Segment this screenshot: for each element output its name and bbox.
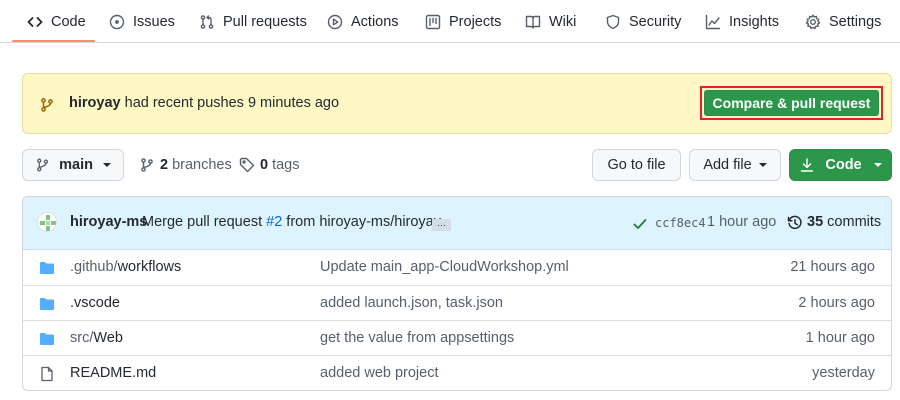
tab-label: Security bbox=[629, 13, 682, 30]
check-icon[interactable] bbox=[632, 216, 648, 232]
pull-request-link[interactable]: #2 bbox=[266, 214, 282, 230]
shield-icon bbox=[606, 14, 620, 29]
expand-commit-message-button[interactable]: … bbox=[432, 219, 451, 231]
branches-link[interactable]: 2 branches bbox=[139, 149, 232, 181]
gear-icon bbox=[805, 14, 821, 29]
recent-push-banner: hiroyay had recent pushes 9 minutes ago … bbox=[22, 73, 892, 134]
file-path-prefix: src/ bbox=[70, 330, 94, 346]
recent-push-message: hiroyay had recent pushes 9 minutes ago bbox=[69, 95, 339, 111]
commit-sha-link[interactable]: ccf8ec4 bbox=[655, 216, 706, 230]
project-icon bbox=[425, 14, 441, 29]
compare-pull-request-button[interactable]: Compare & pull request bbox=[704, 90, 879, 116]
pull-request-icon bbox=[200, 14, 214, 29]
tab-label: Wiki bbox=[549, 13, 577, 30]
file-icon bbox=[39, 366, 55, 382]
tab-settings[interactable]: Settings bbox=[805, 0, 881, 43]
download-icon bbox=[801, 158, 814, 172]
file-row[interactable]: src/Web get the value from appsettings 1… bbox=[23, 320, 891, 355]
tab-insights[interactable]: Insights bbox=[705, 0, 779, 43]
tags-link[interactable]: 0 tags bbox=[239, 149, 300, 181]
file-browser: hiroyay-ms Merge pull request #2 from hi… bbox=[22, 196, 892, 391]
book-icon bbox=[525, 15, 541, 29]
graph-icon bbox=[705, 14, 721, 29]
file-age: 2 hours ago bbox=[798, 295, 875, 311]
code-icon bbox=[27, 16, 43, 27]
tab-label: Code bbox=[51, 13, 86, 30]
file-row[interactable]: README.md added web project yesterday bbox=[23, 355, 891, 390]
tab-label: Actions bbox=[351, 13, 399, 30]
selected-tab-indicator bbox=[12, 40, 95, 42]
file-commit-message-link[interactable]: get the value from appsettings bbox=[320, 330, 514, 346]
file-name-link[interactable]: README.md bbox=[70, 365, 156, 381]
go-to-file-button[interactable]: Go to file bbox=[592, 149, 681, 181]
add-file-button[interactable]: Add file bbox=[689, 149, 781, 181]
push-message-text: had recent pushes 9 minutes ago bbox=[124, 95, 340, 111]
commits-history-link[interactable]: 35 commits bbox=[807, 214, 881, 230]
commit-message-prefix: Merge pull request bbox=[142, 214, 263, 230]
branches-count: 2 bbox=[160, 157, 169, 173]
chevron-down-icon bbox=[758, 163, 767, 167]
tab-label: Pull requests bbox=[223, 13, 307, 30]
tab-label: Settings bbox=[829, 13, 882, 30]
tab-wiki[interactable]: Wiki bbox=[525, 0, 576, 43]
tab-label: Projects bbox=[449, 13, 502, 30]
file-commit-message-link[interactable]: Update main_app-CloudWorkshop.yml bbox=[320, 259, 569, 275]
current-branch-label: main bbox=[59, 157, 93, 173]
add-file-label: Add file bbox=[703, 157, 752, 173]
commits-count: 35 bbox=[807, 214, 824, 230]
tab-code[interactable]: Code bbox=[27, 0, 86, 43]
tab-issues[interactable]: Issues bbox=[109, 0, 175, 43]
file-row[interactable]: .vscode added launch.json, task.json 2 h… bbox=[23, 285, 891, 320]
go-to-file-label: Go to file bbox=[607, 157, 666, 173]
file-commit-message-link[interactable]: added launch.json, task.json bbox=[320, 295, 503, 311]
tab-security[interactable]: Security bbox=[605, 0, 681, 43]
commits-label: commits bbox=[827, 214, 882, 230]
file-name: .vscode bbox=[70, 295, 120, 311]
branch-icon bbox=[39, 97, 55, 113]
file-name: Web bbox=[93, 330, 123, 346]
commit-author-link[interactable]: hiroyay-ms bbox=[70, 214, 147, 230]
commit-message-suffix: from hiroyay-ms/hiroyay bbox=[286, 214, 441, 230]
file-age: 1 hour ago bbox=[805, 330, 875, 346]
tab-label: Insights bbox=[729, 13, 779, 30]
latest-commit-bar: hiroyay-ms Merge pull request #2 from hi… bbox=[23, 197, 891, 250]
branch-icon bbox=[37, 158, 49, 172]
play-icon bbox=[327, 14, 343, 29]
issue-icon bbox=[109, 14, 125, 29]
file-row[interactable]: .github/workflows Update main_app-CloudW… bbox=[23, 250, 891, 285]
file-name: workflows bbox=[117, 259, 182, 275]
file-commit-message-link[interactable]: added web project bbox=[320, 365, 439, 381]
code-button-label: Code bbox=[825, 157, 862, 173]
file-name-link[interactable]: src/Web bbox=[70, 330, 123, 346]
file-name: README.md bbox=[70, 365, 157, 381]
branches-label: branches bbox=[172, 157, 232, 173]
tab-projects[interactable]: Projects bbox=[425, 0, 501, 43]
tag-icon bbox=[239, 157, 255, 173]
folder-icon bbox=[39, 296, 55, 312]
tags-label: tags bbox=[272, 157, 300, 173]
tags-count: 0 bbox=[260, 157, 269, 173]
push-author-link[interactable]: hiroyay bbox=[69, 95, 121, 111]
history-icon bbox=[787, 215, 803, 231]
folder-icon bbox=[39, 331, 55, 347]
file-age: 21 hours ago bbox=[790, 259, 875, 275]
tab-label: Issues bbox=[133, 13, 175, 30]
tab-pull-requests[interactable]: Pull requests bbox=[199, 0, 307, 43]
branch-select-button[interactable]: main bbox=[22, 149, 124, 181]
repo-nav: Code Issues Pull requests Actions Projec… bbox=[0, 0, 900, 43]
file-path-prefix: .github/ bbox=[70, 259, 118, 275]
folder-icon bbox=[39, 260, 55, 276]
avatar[interactable] bbox=[37, 212, 57, 232]
file-age: yesterday bbox=[812, 365, 875, 381]
tab-actions[interactable]: Actions bbox=[327, 0, 399, 43]
code-download-button[interactable]: Code bbox=[789, 149, 892, 181]
file-name-link[interactable]: .github/workflows bbox=[70, 259, 181, 275]
commit-message[interactable]: Merge pull request #2 from hiroyay-ms/hi… bbox=[142, 214, 441, 230]
file-name-link[interactable]: .vscode bbox=[70, 295, 120, 311]
chevron-down-icon bbox=[873, 163, 882, 167]
commit-time: 1 hour ago bbox=[707, 214, 777, 230]
branch-icon bbox=[141, 158, 153, 172]
chevron-down-icon bbox=[103, 163, 111, 167]
